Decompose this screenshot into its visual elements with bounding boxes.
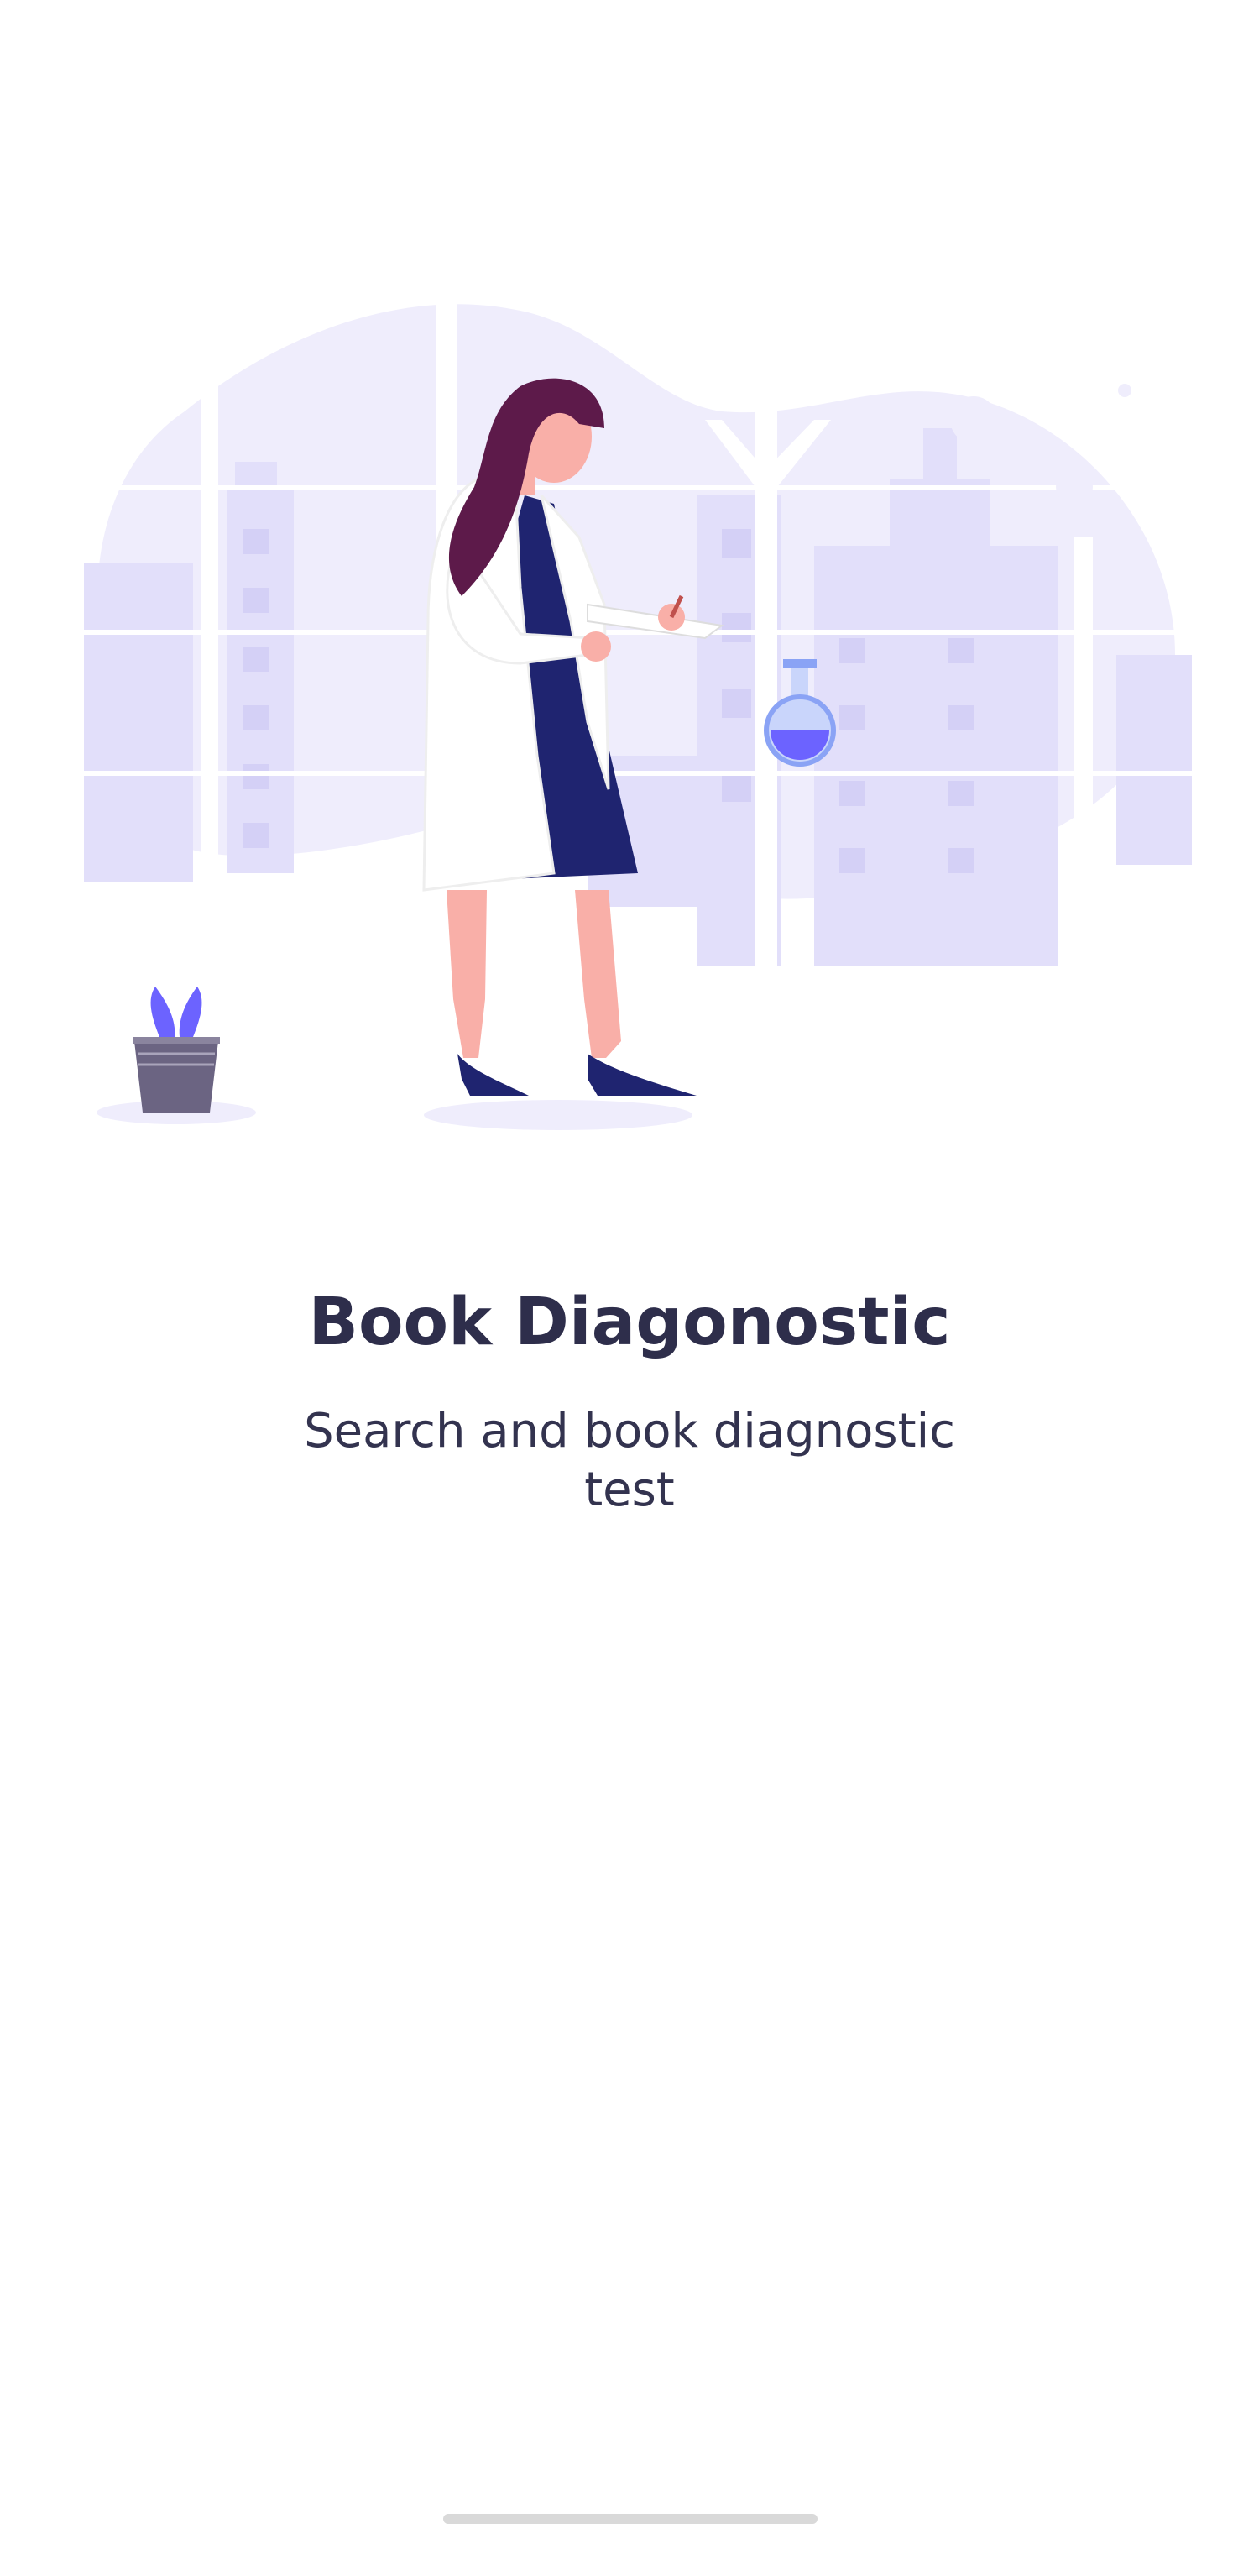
onboarding-title: Book Diagonostic <box>308 1285 951 1360</box>
bubble <box>1056 469 1093 505</box>
onboarding-subtitle: Search and book diagnostic test <box>304 1404 955 1517</box>
home-indicator[interactable] <box>443 2514 818 2524</box>
onboarding-screen: Book Diagonostic Search and book diagnos… <box>0 0 1259 2576</box>
plant-pot <box>97 987 256 1124</box>
doctor-illustration <box>84 302 1192 1130</box>
bubble <box>1118 384 1131 397</box>
bubble <box>950 396 997 443</box>
